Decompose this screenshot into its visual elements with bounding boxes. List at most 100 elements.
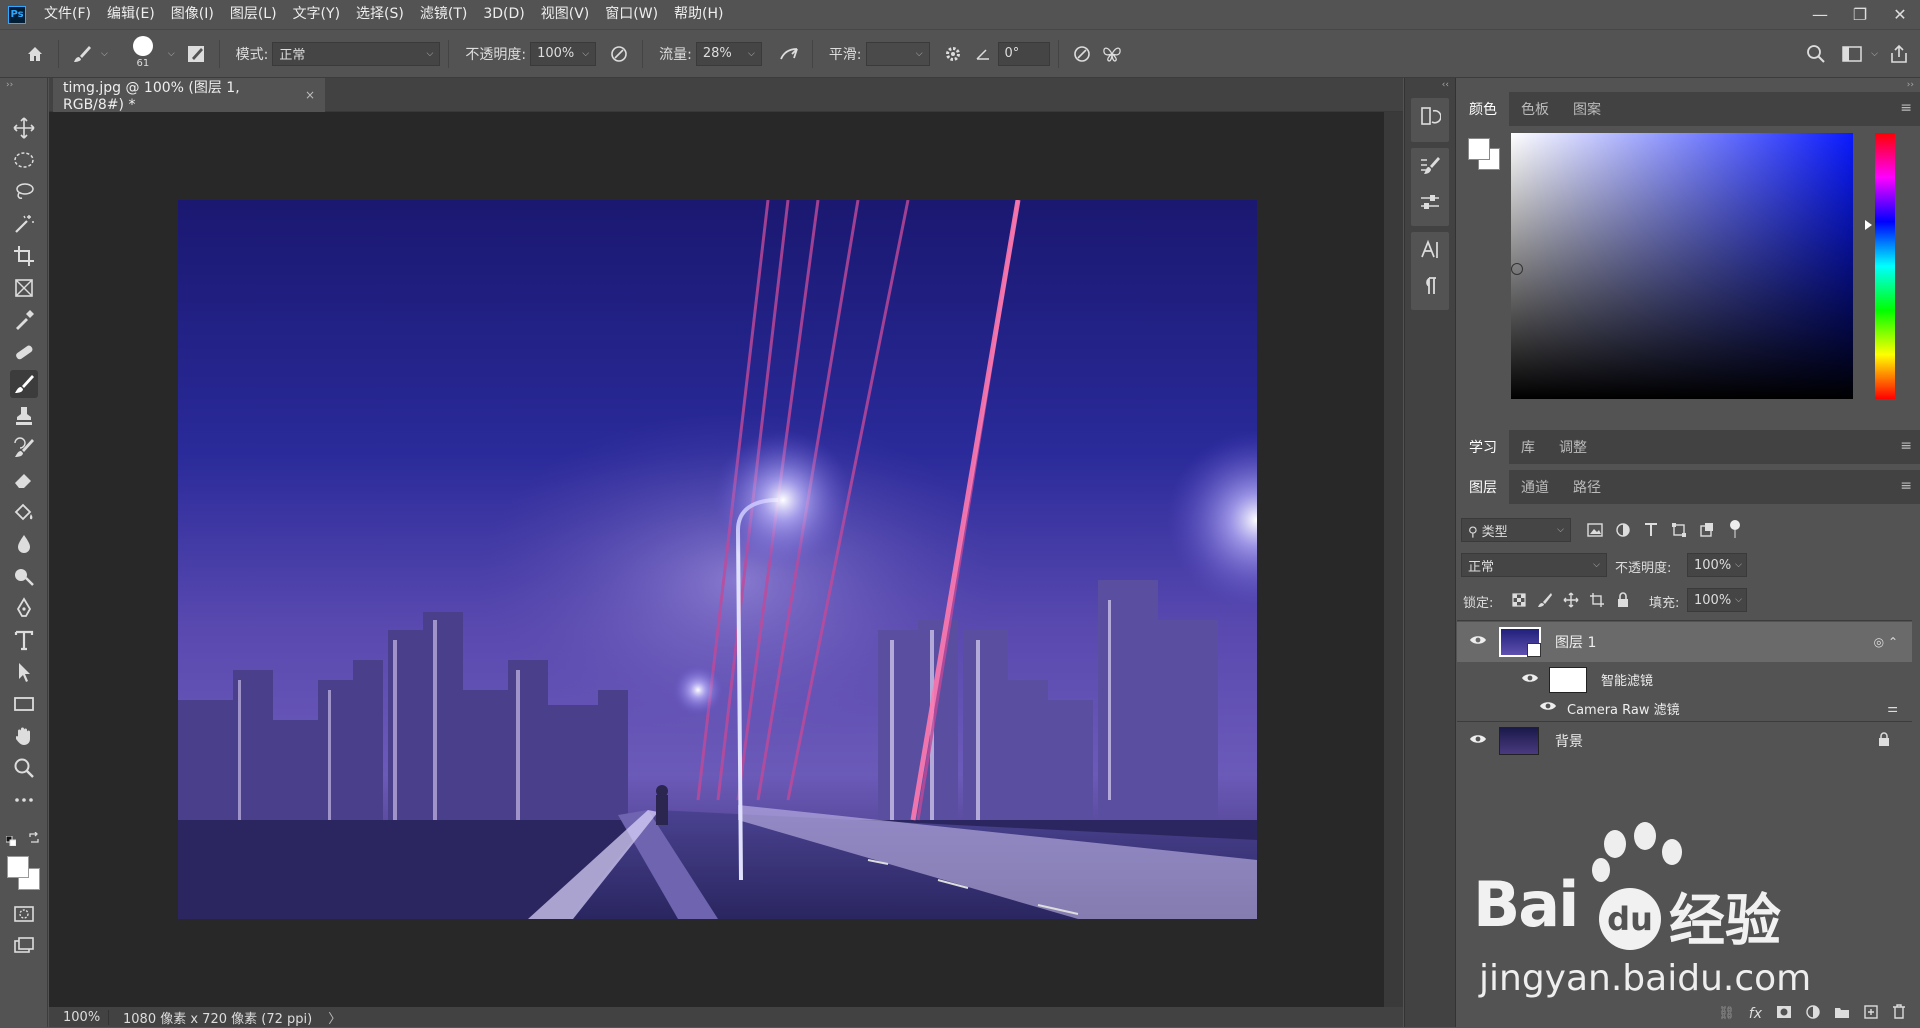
- home-icon[interactable]: [20, 39, 50, 69]
- menu-3d[interactable]: 3D(D): [475, 0, 532, 29]
- lock-artboard-icon[interactable]: [1589, 592, 1605, 608]
- info-arrow-icon[interactable]: 〉: [328, 1008, 341, 1027]
- brush-size-picker[interactable]: 61: [124, 34, 164, 74]
- layer-blend-mode-select[interactable]: 正常 ⌵: [1461, 553, 1607, 577]
- zoom-level[interactable]: 100%: [49, 1009, 109, 1025]
- shape-layer-filter-icon[interactable]: [1671, 522, 1687, 538]
- close-window-button[interactable]: ✕: [1880, 0, 1920, 29]
- tab-channels[interactable]: 通道: [1509, 470, 1561, 504]
- filter-options-icon[interactable]: ⚌: [1887, 701, 1898, 715]
- chevron-down-icon[interactable]: ⌵: [101, 49, 108, 59]
- hue-slider-thumb[interactable]: [1865, 220, 1872, 230]
- panel-menu-icon[interactable]: ≡: [1900, 438, 1912, 454]
- angle-input[interactable]: 0°: [997, 41, 1050, 66]
- foreground-color-swatch[interactable]: [1468, 138, 1490, 160]
- airbrush-icon[interactable]: [774, 39, 804, 69]
- paint-bucket-tool-icon[interactable]: [10, 498, 38, 526]
- layer-filter-select[interactable]: ⚲ 类型 ⌵: [1461, 518, 1571, 542]
- crop-tool-icon[interactable]: [10, 242, 38, 270]
- ellipse-marquee-tool-icon[interactable]: [10, 146, 38, 174]
- add-mask-icon[interactable]: [1776, 1005, 1792, 1023]
- vertical-scrollbar[interactable]: [1384, 112, 1403, 1007]
- default-colors-icon[interactable]: [5, 834, 17, 847]
- smoothing-input[interactable]: ⌵: [865, 41, 930, 66]
- menu-window[interactable]: 窗口(W): [597, 0, 666, 29]
- layer-name[interactable]: 背景: [1555, 731, 1583, 751]
- layer-row-smart-filters[interactable]: 智能滤镜: [1457, 663, 1912, 696]
- lock-icon[interactable]: [1878, 732, 1890, 750]
- tab-swatches[interactable]: 色板: [1509, 92, 1561, 126]
- healing-brush-tool-icon[interactable]: [10, 338, 38, 366]
- adjustment-layer-filter-icon[interactable]: [1615, 522, 1631, 538]
- menu-filter[interactable]: 滤镜(T): [412, 0, 475, 29]
- close-document-icon[interactable]: ×: [305, 88, 315, 102]
- quick-mask-icon[interactable]: [10, 900, 38, 928]
- magic-wand-tool-icon[interactable]: [10, 210, 38, 238]
- smart-filter-indicator-icon[interactable]: ◎ ⌃: [1874, 635, 1898, 649]
- brush-tool-icon[interactable]: [10, 370, 38, 398]
- tab-learn[interactable]: 学习: [1457, 430, 1509, 464]
- lock-pixels-icon[interactable]: [1537, 592, 1553, 608]
- history-icon[interactable]: [1411, 98, 1449, 134]
- brush-settings-icon[interactable]: [1411, 148, 1449, 184]
- search-icon[interactable]: [1801, 39, 1831, 69]
- pixel-layer-filter-icon[interactable]: [1587, 522, 1603, 538]
- color-field[interactable]: [1511, 133, 1853, 399]
- menu-select[interactable]: 选择(S): [348, 0, 412, 29]
- visibility-eye-icon[interactable]: [1539, 700, 1557, 716]
- hand-tool-icon[interactable]: [10, 722, 38, 750]
- move-tool-icon[interactable]: [10, 114, 38, 142]
- tab-layers[interactable]: 图层: [1457, 470, 1509, 504]
- layer-name[interactable]: 图层 1: [1555, 632, 1596, 652]
- layer-row-camera-raw[interactable]: Camera Raw 滤镜 ⚌: [1457, 696, 1912, 720]
- layer-opacity-input[interactable]: 100% ⌵: [1687, 553, 1747, 577]
- flow-input[interactable]: 28% ⌵: [695, 41, 762, 66]
- paragraph-panel-icon[interactable]: [1411, 268, 1449, 304]
- eyedropper-tool-icon[interactable]: [10, 306, 38, 334]
- brush-preset-icon[interactable]: [67, 39, 97, 69]
- workspace-icon[interactable]: [1837, 39, 1867, 69]
- adjustments-sliders-icon[interactable]: [1411, 184, 1449, 220]
- hue-slider[interactable]: [1875, 133, 1895, 399]
- lock-transparency-icon[interactable]: [1511, 592, 1527, 608]
- delete-layer-icon[interactable]: [1892, 1004, 1906, 1023]
- mode-select[interactable]: 正常 ⌵: [272, 41, 441, 66]
- restore-button[interactable]: ❐: [1840, 0, 1880, 29]
- tab-libraries[interactable]: 库: [1509, 430, 1547, 464]
- character-panel-icon[interactable]: [1411, 232, 1449, 268]
- new-group-icon[interactable]: [1834, 1005, 1850, 1023]
- menu-type[interactable]: 文字(Y): [285, 0, 348, 29]
- panel-menu-icon[interactable]: ≡: [1900, 100, 1912, 116]
- collapse-panels-icon[interactable]: ››: [1907, 80, 1914, 90]
- tab-patterns[interactable]: 图案: [1561, 92, 1613, 126]
- document-image[interactable]: [178, 200, 1257, 919]
- foreground-color-swatch[interactable]: [7, 856, 29, 878]
- layer-row-layer1[interactable]: 图层 1 ◎ ⌃: [1457, 622, 1912, 662]
- type-layer-filter-icon[interactable]: [1643, 522, 1659, 538]
- path-selection-tool-icon[interactable]: [10, 658, 38, 686]
- visibility-eye-icon[interactable]: [1469, 733, 1487, 749]
- layer-style-icon[interactable]: fx: [1749, 1006, 1762, 1022]
- history-brush-tool-icon[interactable]: [10, 434, 38, 462]
- filter-toggle-icon[interactable]: [1727, 519, 1743, 541]
- smart-object-filter-icon[interactable]: [1699, 522, 1715, 538]
- symmetry-butterfly-icon[interactable]: [1097, 39, 1127, 69]
- pen-tool-icon[interactable]: [10, 594, 38, 622]
- chevron-down-icon[interactable]: ⌵: [168, 49, 175, 59]
- blur-tool-icon[interactable]: [10, 530, 38, 558]
- pressure-opacity-icon[interactable]: [604, 39, 634, 69]
- type-tool-icon[interactable]: [10, 626, 38, 654]
- zoom-tool-icon[interactable]: [10, 754, 38, 782]
- brush-panel-toggle-icon[interactable]: [181, 39, 211, 69]
- eraser-tool-icon[interactable]: [10, 466, 38, 494]
- swap-colors-icon[interactable]: [28, 831, 40, 844]
- menu-file[interactable]: 文件(F): [36, 0, 99, 29]
- lock-position-icon[interactable]: [1563, 592, 1579, 608]
- expand-panels-icon[interactable]: ‹‹: [1442, 80, 1449, 90]
- minimize-button[interactable]: —: [1800, 0, 1840, 29]
- opacity-input[interactable]: 100% ⌵: [530, 41, 597, 66]
- clone-stamp-tool-icon[interactable]: [10, 402, 38, 430]
- gear-icon[interactable]: [938, 39, 968, 69]
- menu-layer[interactable]: 图层(L): [222, 0, 285, 29]
- lock-all-icon[interactable]: [1615, 592, 1631, 608]
